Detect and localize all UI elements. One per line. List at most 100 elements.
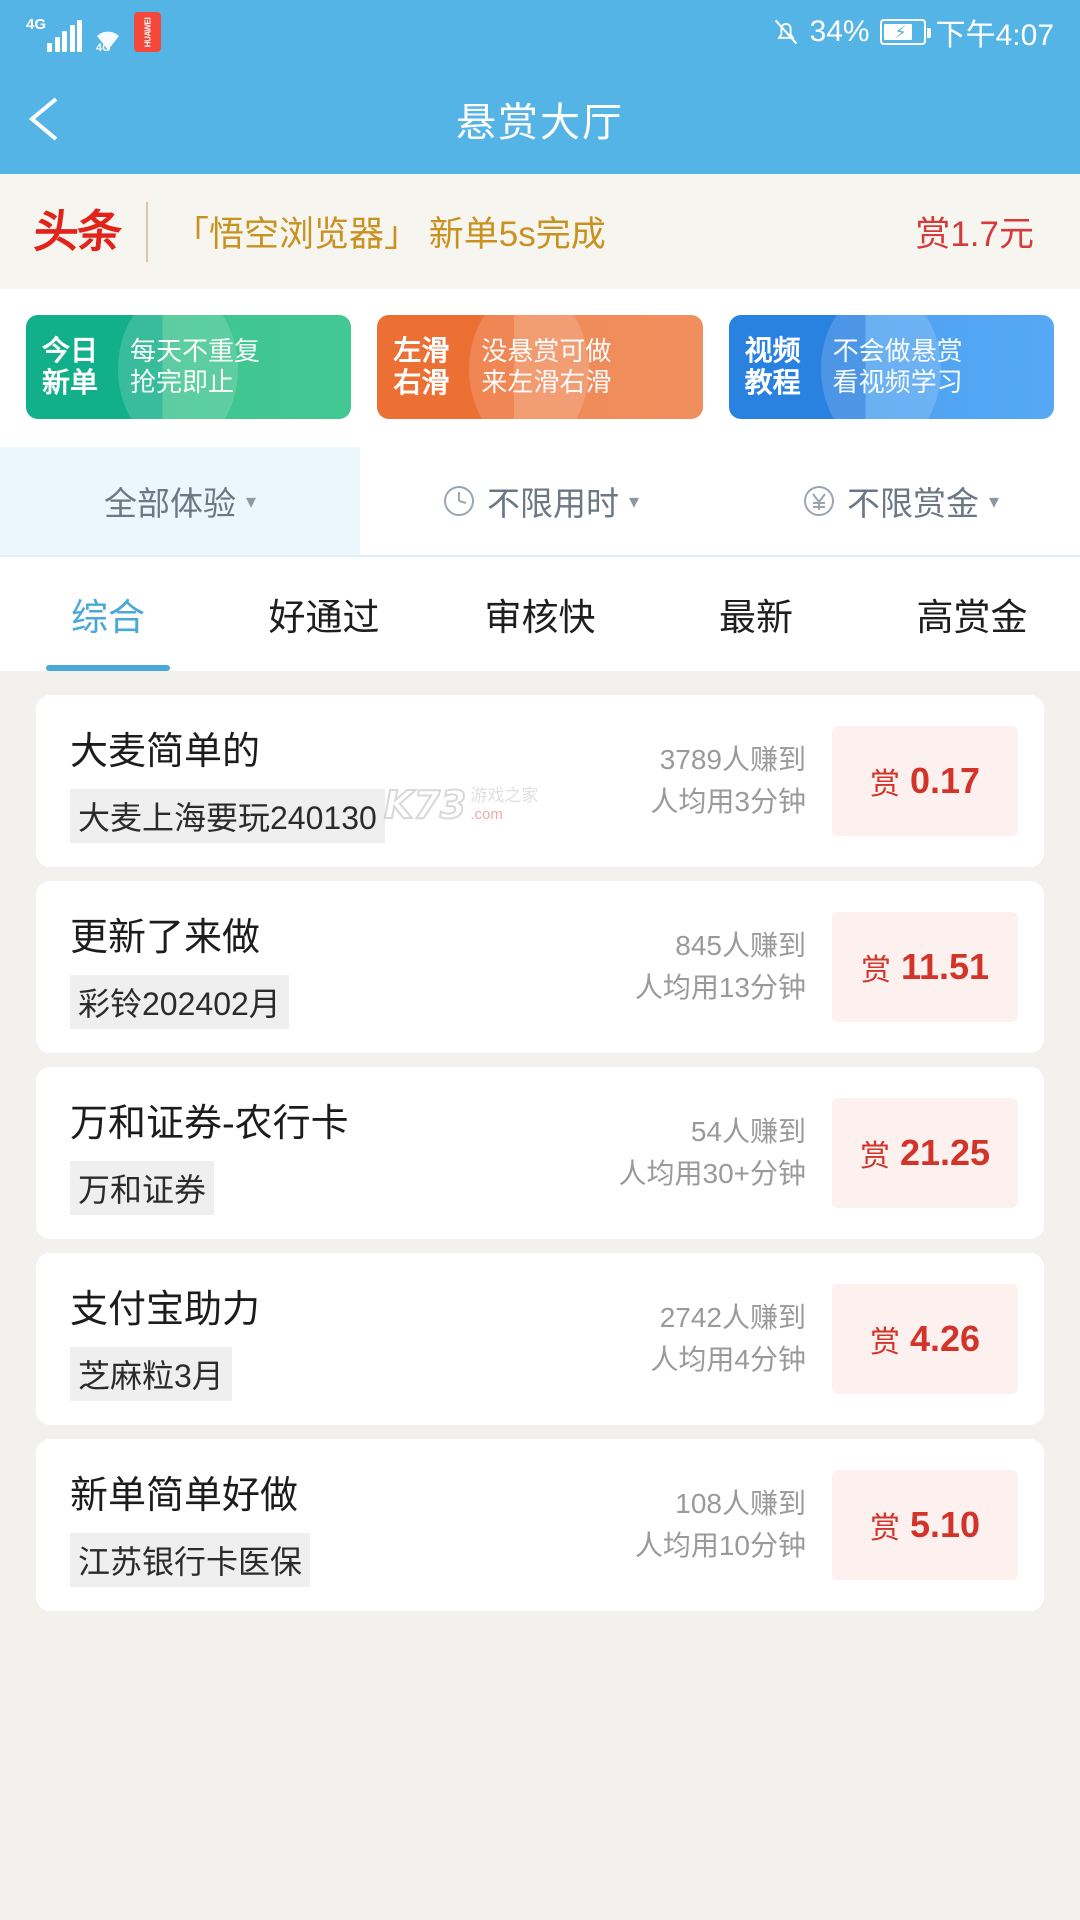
- filter-bar: 全部体验 ▾ 不限用时 ▾ 不限赏金 ▾: [0, 447, 1080, 557]
- task-stats: 3789人赚到 人均用3分钟: [510, 739, 832, 823]
- tab-newest[interactable]: 最新: [648, 557, 864, 671]
- promo-card-row: 今日 新单 每天不重复 抢完即止 左滑 右滑 没悬赏可做 来左滑右滑 视频 教程…: [0, 289, 1080, 447]
- tab-high-reward[interactable]: 高赏金: [864, 557, 1080, 671]
- promo-desc-line2: 看视频学习: [832, 367, 963, 397]
- tab-label: 高赏金: [916, 597, 1028, 638]
- promo-desc-line1: 每天不重复: [130, 335, 261, 366]
- task-reward-badge[interactable]: 赏 0.17: [832, 726, 1018, 836]
- reward-value: 4.26: [909, 1318, 981, 1359]
- chevron-down-icon: ▾: [245, 490, 257, 513]
- tab-label: 好通过: [268, 597, 380, 638]
- task-earners: 2742人赚到: [659, 1302, 806, 1333]
- carrier-badge-label: HUAWEI: [143, 17, 153, 47]
- promo-badge: 左滑 右滑: [377, 335, 481, 399]
- task-title: 大麦简单的: [70, 730, 261, 773]
- headline-text: 「悟空浏览器」 新单5s完成: [174, 215, 606, 254]
- promo-desc: 每天不重复 抢完即止: [130, 336, 260, 398]
- task-info: 新单简单好做 江苏银行卡医保: [70, 1464, 510, 1587]
- task-reward-badge[interactable]: 赏 5.10: [832, 1470, 1018, 1580]
- filter-category-label: 全部体验: [103, 485, 236, 522]
- task-earners: 108人赚到: [675, 1488, 806, 1519]
- network-type-label: 4G: [26, 16, 47, 33]
- promo-card-today-new[interactable]: 今日 新单 每天不重复 抢完即止: [26, 315, 352, 419]
- tab-comprehensive[interactable]: 综合: [0, 557, 216, 671]
- filter-reward[interactable]: 不限赏金 ▾: [720, 447, 1080, 555]
- task-earners: 3789人赚到: [659, 744, 806, 775]
- task-info: 支付宝助力 芝麻粒3月: [70, 1278, 510, 1401]
- task-title: 万和证券-农行卡: [70, 1102, 349, 1145]
- task-row[interactable]: 更新了来做 彩铃202402月 845人赚到 人均用13分钟 赏 11.51: [36, 881, 1044, 1053]
- task-row[interactable]: 大麦简单的 大麦上海要玩240130 3789人赚到 人均用3分钟 赏 0.17: [36, 695, 1044, 867]
- wifi-icon: 4G: [91, 20, 125, 54]
- clock-label: 下午4:07: [935, 19, 1054, 52]
- task-reward-badge[interactable]: 赏 4.26: [832, 1284, 1018, 1394]
- promo-badge-line2: 教程: [744, 367, 801, 398]
- task-title: 新单简单好做: [70, 1474, 299, 1517]
- task-list: 大麦简单的 大麦上海要玩240130 3789人赚到 人均用3分钟 赏 0.17…: [0, 671, 1080, 1611]
- signal-bars-icon: [47, 20, 83, 52]
- task-duration: 人均用3分钟: [650, 786, 806, 817]
- reward-label: 赏: [869, 1326, 900, 1359]
- task-row[interactable]: 支付宝助力 芝麻粒3月 2742人赚到 人均用4分钟 赏 4.26: [36, 1253, 1044, 1425]
- task-tag: 彩铃202402月: [70, 974, 289, 1029]
- status-bar: 4G 4G HUAWEI 34% ⚡ 下午4:07: [0, 0, 1080, 64]
- headline-banner[interactable]: 头条 「悟空浏览器」 新单5s完成 赏1.7元: [0, 174, 1080, 289]
- cellular-signal-icon: 4G: [26, 16, 83, 52]
- task-tag: 芝麻粒3月: [70, 1346, 232, 1401]
- promo-badge-line2: 新单: [42, 367, 99, 398]
- tab-label: 最新: [719, 597, 793, 638]
- status-bar-right: 34% ⚡ 下午4:07: [772, 10, 1054, 54]
- promo-desc-line1: 不会做悬赏: [832, 335, 963, 366]
- promo-desc-line2: 抢完即止: [130, 367, 235, 397]
- promo-card-video-tutorial[interactable]: 视频 教程 不会做悬赏 看视频学习: [728, 315, 1054, 419]
- task-title: 更新了来做: [70, 916, 261, 959]
- tab-fast-review[interactable]: 审核快: [432, 557, 648, 671]
- chevron-down-icon: ▾: [628, 490, 640, 513]
- carrier-badge-icon: HUAWEI: [134, 12, 162, 52]
- filter-duration-label: 不限用时: [486, 485, 619, 522]
- filter-category[interactable]: 全部体验 ▾: [0, 447, 360, 555]
- battery-percent-label: 34%: [809, 15, 870, 48]
- task-info: 大麦简单的 大麦上海要玩240130: [70, 720, 510, 843]
- tab-easy-pass[interactable]: 好通过: [216, 557, 432, 671]
- filter-duration[interactable]: 不限用时 ▾: [360, 447, 720, 555]
- filter-reward-label: 不限赏金: [846, 485, 979, 522]
- reward-label: 赏: [869, 1512, 900, 1545]
- yen-icon: [803, 486, 834, 516]
- task-title: 支付宝助力: [70, 1288, 261, 1331]
- task-info: 更新了来做 彩铃202402月: [70, 906, 510, 1029]
- headline-reward: 赏1.7元: [915, 215, 1034, 254]
- battery-charging-icon: ⚡: [879, 19, 931, 45]
- task-duration: 人均用13分钟: [634, 972, 806, 1003]
- promo-badge-line1: 左滑: [393, 334, 450, 366]
- wifi-band-label: 4G: [96, 42, 111, 54]
- task-row[interactable]: 万和证券-农行卡 万和证券 54人赚到 人均用30+分钟 赏 21.25: [36, 1067, 1044, 1239]
- sort-tab-bar: 综合 好通过 审核快 最新 高赏金: [0, 557, 1080, 671]
- task-reward-badge[interactable]: 赏 21.25: [832, 1098, 1018, 1208]
- promo-badge-line2: 右滑: [393, 367, 450, 398]
- task-tag: 大麦上海要玩240130: [70, 788, 385, 843]
- app-bar: 悬赏大厅: [0, 64, 1080, 174]
- reward-value: 21.25: [899, 1132, 991, 1173]
- task-earners: 54人赚到: [690, 1116, 806, 1147]
- reward-label: 赏: [860, 954, 891, 987]
- task-row[interactable]: 新单简单好做 江苏银行卡医保 108人赚到 人均用10分钟 赏 5.10: [36, 1439, 1044, 1611]
- promo-card-swipe[interactable]: 左滑 右滑 没悬赏可做 来左滑右滑: [377, 315, 703, 419]
- headline-divider: [146, 201, 149, 262]
- task-stats: 108人赚到 人均用10分钟: [510, 1483, 832, 1567]
- task-duration: 人均用30+分钟: [618, 1158, 807, 1189]
- task-duration: 人均用4分钟: [650, 1344, 806, 1375]
- reward-label: 赏: [869, 768, 900, 801]
- app-root: 4G 4G HUAWEI 34% ⚡ 下午4:07 悬赏大厅 头条 「悟空浏览器…: [0, 0, 1080, 1920]
- bell-muted-icon: [774, 19, 797, 45]
- promo-desc-line2: 来左滑右滑: [481, 367, 612, 397]
- task-reward-badge[interactable]: 赏 11.51: [832, 912, 1018, 1022]
- page-title: 悬赏大厅: [456, 101, 624, 145]
- promo-badge: 今日 新单: [26, 335, 130, 399]
- clock-icon: [443, 486, 474, 516]
- task-info: 万和证券-农行卡 万和证券: [70, 1092, 510, 1215]
- task-stats: 845人赚到 人均用13分钟: [510, 925, 832, 1009]
- promo-badge-line1: 今日: [42, 334, 99, 366]
- tab-label: 审核快: [484, 597, 596, 638]
- promo-desc: 没悬赏可做 来左滑右滑: [481, 336, 611, 398]
